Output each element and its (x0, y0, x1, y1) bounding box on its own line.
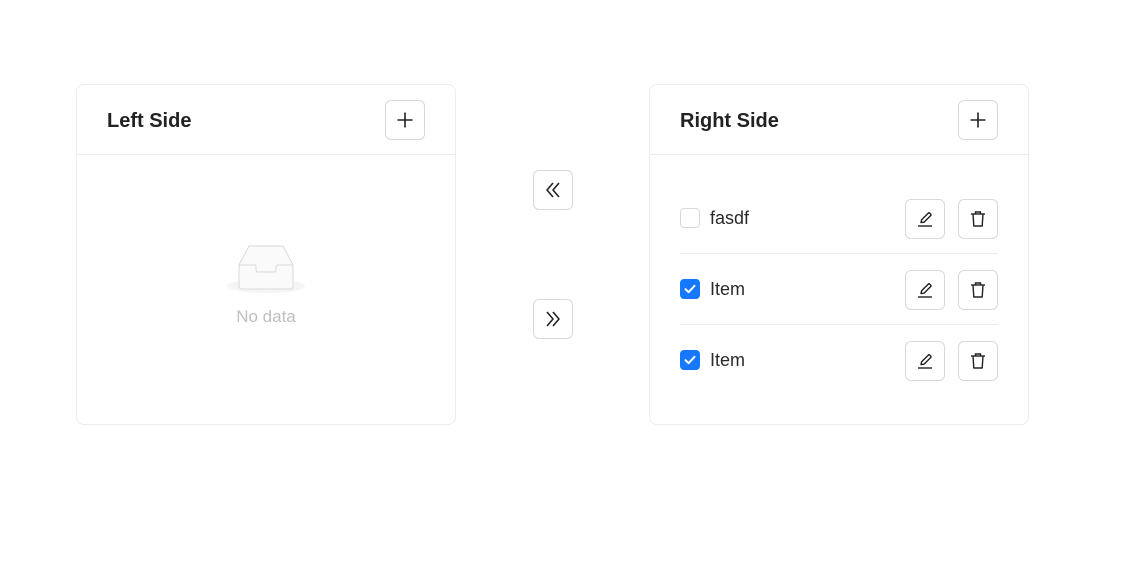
right-add-button[interactable] (958, 100, 998, 140)
edit-pen-icon (918, 212, 932, 227)
empty-inbox-icon (227, 245, 305, 293)
item-checkbox[interactable] (680, 350, 700, 370)
move-to-left-button[interactable] (533, 170, 573, 210)
double-chevron-right-icon (546, 311, 560, 327)
left-panel-header: Left Side (77, 85, 455, 155)
left-panel: Left Side No data (76, 84, 456, 425)
delete-item-button[interactable] (958, 270, 998, 310)
plus-icon (397, 112, 413, 128)
right-panel-title: Right Side (680, 110, 779, 132)
double-chevron-left-icon (546, 182, 560, 198)
right-panel: Right Side fasdf Item Item (649, 84, 1029, 425)
left-add-button[interactable] (385, 100, 425, 140)
empty-state: No data (77, 243, 455, 327)
edit-pen-icon (918, 354, 932, 369)
edit-item-button[interactable] (905, 199, 945, 239)
check-icon (684, 355, 696, 365)
list-item: Item (680, 325, 998, 396)
right-panel-header: Right Side (650, 85, 1028, 155)
item-label: Item (710, 350, 746, 370)
plus-icon (970, 112, 986, 128)
right-item-list: fasdf Item Item (680, 183, 998, 396)
edit-item-button[interactable] (905, 341, 945, 381)
check-icon (684, 284, 696, 294)
delete-item-button[interactable] (958, 341, 998, 381)
trash-icon (971, 282, 985, 298)
list-item: fasdf (680, 183, 998, 254)
move-to-right-button[interactable] (533, 299, 573, 339)
trash-icon (971, 353, 985, 369)
list-item: Item (680, 254, 998, 325)
left-panel-title: Left Side (107, 110, 192, 132)
trash-icon (971, 211, 985, 227)
item-label: Item (710, 279, 746, 299)
edit-item-button[interactable] (905, 270, 945, 310)
empty-text: No data (236, 307, 296, 326)
item-checkbox[interactable] (680, 279, 700, 299)
item-checkbox[interactable] (680, 208, 700, 228)
item-label: fasdf (710, 208, 750, 228)
delete-item-button[interactable] (958, 199, 998, 239)
edit-pen-icon (918, 283, 932, 298)
